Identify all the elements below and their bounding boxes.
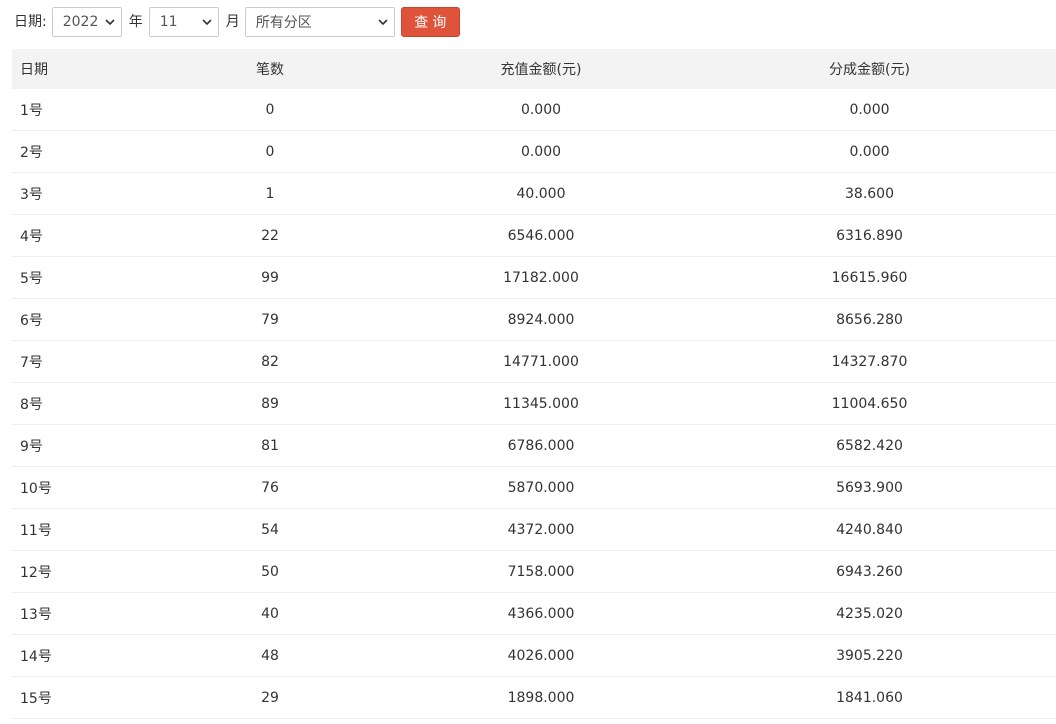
chevron-down-icon xyxy=(105,19,115,26)
cell-recharge: 0.000 xyxy=(520,143,562,160)
column-header-recharge: 充值金额(元) xyxy=(500,62,582,78)
cell-recharge: 4366.000 xyxy=(507,605,575,622)
cell-recharge: 17182.000 xyxy=(503,269,579,286)
filter-toolbar: 日期: 2022 年 11 月 所有分区 查询 xyxy=(0,7,460,37)
cell-count: 99 xyxy=(261,269,279,286)
chevron-down-icon xyxy=(202,19,212,26)
cell-recharge: 4372.000 xyxy=(507,521,575,538)
cell-count: 54 xyxy=(261,521,279,538)
year-select-value: 2022 xyxy=(62,14,99,30)
cell-count: 40 xyxy=(261,605,279,622)
cell-date: 5号 xyxy=(20,270,43,287)
cell-share: 16615.960 xyxy=(831,269,908,286)
cell-share: 6582.420 xyxy=(836,437,903,454)
cell-recharge: 0.000 xyxy=(520,101,562,118)
cell-share: 5693.900 xyxy=(836,479,903,496)
cell-recharge: 7158.000 xyxy=(507,563,575,580)
cell-share: 38.600 xyxy=(845,185,894,202)
cell-date: 1号 xyxy=(20,102,43,119)
table-row: 8号 89 11345.000 11004.650 xyxy=(12,383,1056,425)
table-row: 1号 0 0.000 0.000 xyxy=(12,89,1056,131)
cell-share: 6943.260 xyxy=(836,563,903,580)
cell-count: 89 xyxy=(261,395,279,412)
column-header-date: 日期 xyxy=(20,62,48,78)
cell-recharge: 11345.000 xyxy=(503,395,579,412)
cell-share: 4240.840 xyxy=(836,521,903,538)
cell-recharge: 1898.000 xyxy=(507,689,575,706)
table-row: 13号 40 4366.000 4235.020 xyxy=(12,593,1056,635)
zone-select-value: 所有分区 xyxy=(255,15,312,31)
cell-date: 12号 xyxy=(20,564,52,581)
cell-count: 81 xyxy=(261,437,279,454)
cell-date: 9号 xyxy=(20,438,43,455)
cell-date: 11号 xyxy=(20,522,52,539)
cell-count: 48 xyxy=(261,647,279,664)
month-select[interactable]: 11 xyxy=(148,7,219,37)
table-row: 2号 0 0.000 0.000 xyxy=(12,131,1056,173)
cell-share: 8656.280 xyxy=(836,311,903,328)
cell-count: 76 xyxy=(261,479,279,496)
year-select[interactable]: 2022 xyxy=(51,7,122,37)
cell-date: 3号 xyxy=(20,186,43,203)
table-row: 10号 76 5870.000 5693.900 xyxy=(12,467,1056,509)
year-suffix-label: 年 xyxy=(128,14,143,30)
cell-recharge: 6786.000 xyxy=(507,437,575,454)
table-row: 12号 50 7158.000 6943.260 xyxy=(12,551,1056,593)
cell-date: 15号 xyxy=(20,690,52,707)
cell-date: 10号 xyxy=(20,480,52,497)
column-header-share: 分成金额(元) xyxy=(829,62,910,78)
cell-date: 14号 xyxy=(20,648,52,665)
cell-share: 4235.020 xyxy=(836,605,903,622)
table-row: 6号 79 8924.000 8656.280 xyxy=(12,299,1056,341)
cell-date: 2号 xyxy=(20,144,43,161)
cell-share: 11004.650 xyxy=(831,395,908,412)
table-row: 4号 22 6546.000 6316.890 xyxy=(12,215,1056,257)
cell-share: 3905.220 xyxy=(836,647,903,664)
table-row: 11号 54 4372.000 4240.840 xyxy=(12,509,1056,551)
cell-count: 22 xyxy=(261,227,279,244)
table-row: 3号 1 40.000 38.600 xyxy=(12,173,1056,215)
cell-count: 0 xyxy=(265,143,275,160)
cell-share: 1841.060 xyxy=(836,689,903,706)
cell-share: 6316.890 xyxy=(836,227,903,244)
cell-date: 6号 xyxy=(20,312,43,329)
cell-count: 0 xyxy=(265,101,275,118)
month-suffix-label: 月 xyxy=(225,14,240,30)
month-select-value: 11 xyxy=(159,14,178,30)
cell-recharge: 4026.000 xyxy=(507,647,575,664)
cell-count: 82 xyxy=(261,353,279,370)
table-row: 14号 48 4026.000 3905.220 xyxy=(12,635,1056,677)
cell-recharge: 5870.000 xyxy=(507,479,575,496)
cell-date: 13号 xyxy=(20,606,52,623)
table-row: 7号 82 14771.000 14327.870 xyxy=(12,341,1056,383)
cell-recharge: 14771.000 xyxy=(503,353,579,370)
cell-count: 1 xyxy=(265,185,275,202)
cell-recharge: 40.000 xyxy=(516,185,566,202)
date-label: 日期: xyxy=(14,14,47,30)
column-header-count: 笔数 xyxy=(256,62,284,78)
table-header-row: 日期 笔数 充值金额(元) 分成金额(元) xyxy=(12,49,1056,89)
cell-share: 0.000 xyxy=(849,101,890,118)
cell-count: 29 xyxy=(261,689,279,706)
table-row: 15号 29 1898.000 1841.060 xyxy=(12,677,1056,719)
table-body: 1号 0 0.000 0.000 2号 0 0.000 0.000 3号 1 40.000 38.60… xyxy=(12,89,1056,719)
cell-count: 79 xyxy=(261,311,279,328)
cell-share: 14327.870 xyxy=(831,353,908,370)
table-row: 5号 99 17182.000 16615.960 xyxy=(12,257,1056,299)
chevron-down-icon xyxy=(378,19,388,26)
table-row: 9号 81 6786.000 6582.420 xyxy=(12,425,1056,467)
recharge-table: 日期 笔数 充值金额(元) 分成金额(元) 1号 0 0.000 0.000 2号 0 0.… xyxy=(12,49,1056,719)
zone-select[interactable]: 所有分区 xyxy=(244,7,395,37)
query-button[interactable]: 查询 xyxy=(400,7,460,37)
cell-recharge: 8924.000 xyxy=(507,311,575,328)
cell-date: 7号 xyxy=(20,354,43,371)
cell-date: 8号 xyxy=(20,396,43,413)
cell-share: 0.000 xyxy=(849,143,890,160)
cell-date: 4号 xyxy=(20,228,43,245)
cell-count: 50 xyxy=(261,563,279,580)
cell-recharge: 6546.000 xyxy=(507,227,575,244)
